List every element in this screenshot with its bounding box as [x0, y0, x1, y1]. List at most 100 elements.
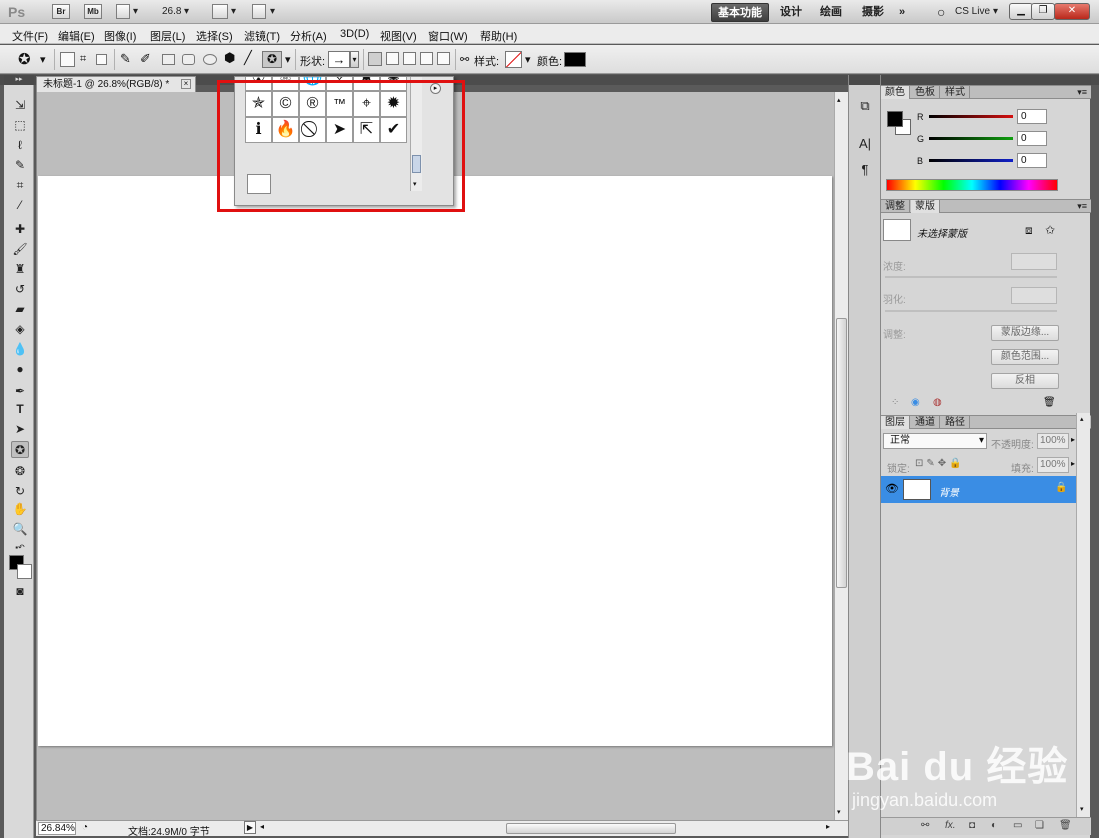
menu-edit[interactable]: 编辑(E) — [58, 28, 95, 44]
new-layer-icon[interactable]: ❏ — [1035, 820, 1044, 831]
crop-tool-icon[interactable]: ⌗ — [11, 177, 29, 194]
trash-icon[interactable]: 🗑 — [1043, 397, 1056, 408]
menu-3d[interactable]: 3D(D) — [340, 28, 369, 40]
more-workspaces-button[interactable]: » — [893, 3, 911, 22]
close-button[interactable]: ✕ — [1054, 3, 1090, 20]
add-to-shape-area-icon[interactable] — [386, 52, 399, 65]
path-selection-icon[interactable]: ➤ — [11, 421, 29, 438]
tab-masks[interactable]: 蒙版 — [911, 200, 940, 213]
eyedropper-tool-icon[interactable]: ⁄ — [11, 197, 29, 214]
move-tool-icon[interactable]: ⇲ — [11, 97, 29, 114]
canvas[interactable] — [38, 176, 832, 746]
pixel-mask-icon[interactable]: ⧈ — [1025, 223, 1033, 238]
vertical-scrollbar[interactable]: ▴ ▾ — [834, 92, 848, 820]
pen-tool-icon[interactable]: ✒ — [11, 383, 29, 400]
horizontal-scroll-thumb[interactable] — [506, 823, 676, 834]
chevron-down-icon[interactable]: ▾ — [40, 53, 46, 66]
healing-brush-icon[interactable]: ✚ — [11, 221, 29, 238]
color-range-button[interactable]: 颜色范围... — [991, 349, 1059, 365]
rounded-rectangle-icon[interactable] — [182, 54, 195, 65]
tab-layers[interactable]: 图层 — [881, 416, 910, 429]
tab-swatches[interactable]: 色板 — [911, 86, 940, 99]
tab-styles[interactable]: 样式 — [941, 86, 970, 99]
quick-mask-icon[interactable]: ◙ — [11, 583, 29, 600]
zoom-status-field[interactable]: 26.84% — [38, 822, 76, 835]
collapse-grip-icon[interactable]: ▸▸ — [4, 75, 34, 85]
workspace-essentials[interactable]: 基本功能 — [711, 3, 769, 22]
quick-selection-icon[interactable]: ✎ — [11, 157, 29, 174]
red-slider[interactable] — [929, 115, 1013, 118]
chevron-down-icon[interactable]: ▾ — [133, 6, 138, 17]
green-slider[interactable] — [929, 137, 1013, 140]
lock-icons[interactable]: ⊡✎✥🔒 — [915, 458, 965, 469]
new-shape-layer-icon[interactable] — [368, 52, 382, 66]
info-menu-arrow-icon[interactable]: ▶ — [244, 821, 256, 834]
freeform-pen-icon[interactable]: ✐ — [140, 51, 151, 67]
blend-mode-select[interactable]: 正常 ▾ — [883, 433, 987, 449]
brush-tool-icon[interactable]: 🖌 — [11, 241, 29, 258]
vector-mask-icon[interactable]: ✩ — [1045, 223, 1055, 237]
custom-shape-tool-icon[interactable]: ✪ — [18, 50, 31, 68]
document-tab[interactable]: 未标题-1 @ 26.8%(RGB/8) * × — [36, 76, 196, 92]
type-tool-icon[interactable]: T — [11, 401, 29, 418]
chevron-down-icon[interactable]: ▾ — [285, 53, 291, 66]
menu-analysis[interactable]: 分析(A) — [290, 28, 327, 44]
minimize-button[interactable]: ▁ — [1009, 3, 1033, 20]
scroll-right-icon[interactable]: ▸ — [826, 822, 830, 831]
history-panel-icon[interactable]: ⧉ — [857, 97, 873, 114]
zoom-preview-icon[interactable]: ◔ — [82, 822, 88, 833]
menu-select[interactable]: 选择(S) — [196, 28, 233, 44]
cslive-button[interactable]: CS Live — [955, 6, 990, 17]
opacity-field[interactable]: 100% — [1037, 433, 1069, 449]
ellipse-tool-icon[interactable] — [203, 54, 217, 65]
color-swatch[interactable] — [564, 52, 586, 67]
history-brush-icon[interactable]: ↺ — [11, 281, 29, 298]
zoom-level[interactable]: 26.8 — [162, 6, 181, 17]
paint-bucket-icon[interactable]: ◈ — [11, 321, 29, 338]
layer-row[interactable]: 👁 背景 🔒 — [881, 476, 1077, 503]
scroll-left-icon[interactable]: ◂ — [260, 822, 264, 831]
color-spectrum-bar[interactable] — [886, 179, 1058, 191]
chevron-down-icon[interactable]: ▾ — [231, 6, 236, 17]
chevron-down-icon[interactable]: ▾ — [993, 6, 998, 17]
shape-preview-arrow-icon[interactable]: → — [328, 51, 350, 68]
lasso-tool-icon[interactable]: ℓ — [11, 137, 29, 154]
marquee-tool-icon[interactable]: ⬚ — [11, 117, 29, 134]
menu-image[interactable]: 图像(I) — [104, 28, 136, 44]
disable-mask-icon[interactable]: ◍ — [933, 397, 942, 408]
3d-orbit-icon[interactable]: ↻ — [11, 483, 29, 500]
layer-style-icon[interactable]: fx. — [945, 820, 956, 831]
close-icon[interactable]: × — [181, 79, 191, 89]
zoom-tool-icon[interactable]: 🔍 — [11, 521, 29, 538]
collapse-grip-icon[interactable] — [849, 75, 881, 85]
workspace-photography[interactable]: 摄影 — [856, 3, 890, 22]
intersect-shape-area-icon[interactable] — [420, 52, 433, 65]
panel-menu-icon[interactable]: ▾≡ — [1077, 86, 1087, 99]
visibility-eye-icon[interactable]: 👁 — [885, 482, 899, 495]
fill-arrow-icon[interactable]: ▸ — [1071, 459, 1075, 468]
shape-layers-mode-icon[interactable] — [60, 52, 75, 67]
blue-slider[interactable] — [929, 159, 1013, 162]
menu-file[interactable]: 文件(F) — [12, 28, 48, 44]
menu-layer[interactable]: 图层(L) — [150, 28, 185, 44]
mask-edge-button[interactable]: 蒙版边缘... — [991, 325, 1059, 341]
scroll-up-icon[interactable]: ▴ — [837, 96, 841, 104]
adjustment-layer-icon[interactable]: ◐ — [991, 820, 997, 831]
red-value-field[interactable]: 0 — [1017, 109, 1047, 124]
rectangle-tool-icon[interactable] — [162, 54, 175, 65]
style-swatch-none-icon[interactable] — [505, 51, 522, 68]
default-colors-icon[interactable]: ▪↶ — [11, 539, 29, 556]
shape-picker-dropdown-icon[interactable]: ▾ — [350, 51, 359, 68]
custom-shape-icon[interactable]: ✪ — [262, 51, 282, 68]
paragraph-panel-icon[interactable]: ¶ — [857, 161, 873, 178]
link-icon[interactable]: ⚯ — [460, 53, 469, 66]
clone-stamp-icon[interactable]: ♜ — [11, 261, 29, 278]
fill-field[interactable]: 100% — [1037, 457, 1069, 473]
scroll-up-icon[interactable]: ▴ — [1080, 415, 1084, 423]
chevron-down-icon[interactable]: ▾ — [184, 6, 189, 17]
exclude-shape-area-icon[interactable] — [437, 52, 450, 65]
restore-button[interactable]: ❐ — [1031, 3, 1055, 20]
minibridge-button[interactable]: Mb — [84, 4, 102, 19]
link-layers-icon[interactable]: ⚯ — [921, 820, 929, 831]
opacity-arrow-icon[interactable]: ▸ — [1071, 435, 1075, 444]
